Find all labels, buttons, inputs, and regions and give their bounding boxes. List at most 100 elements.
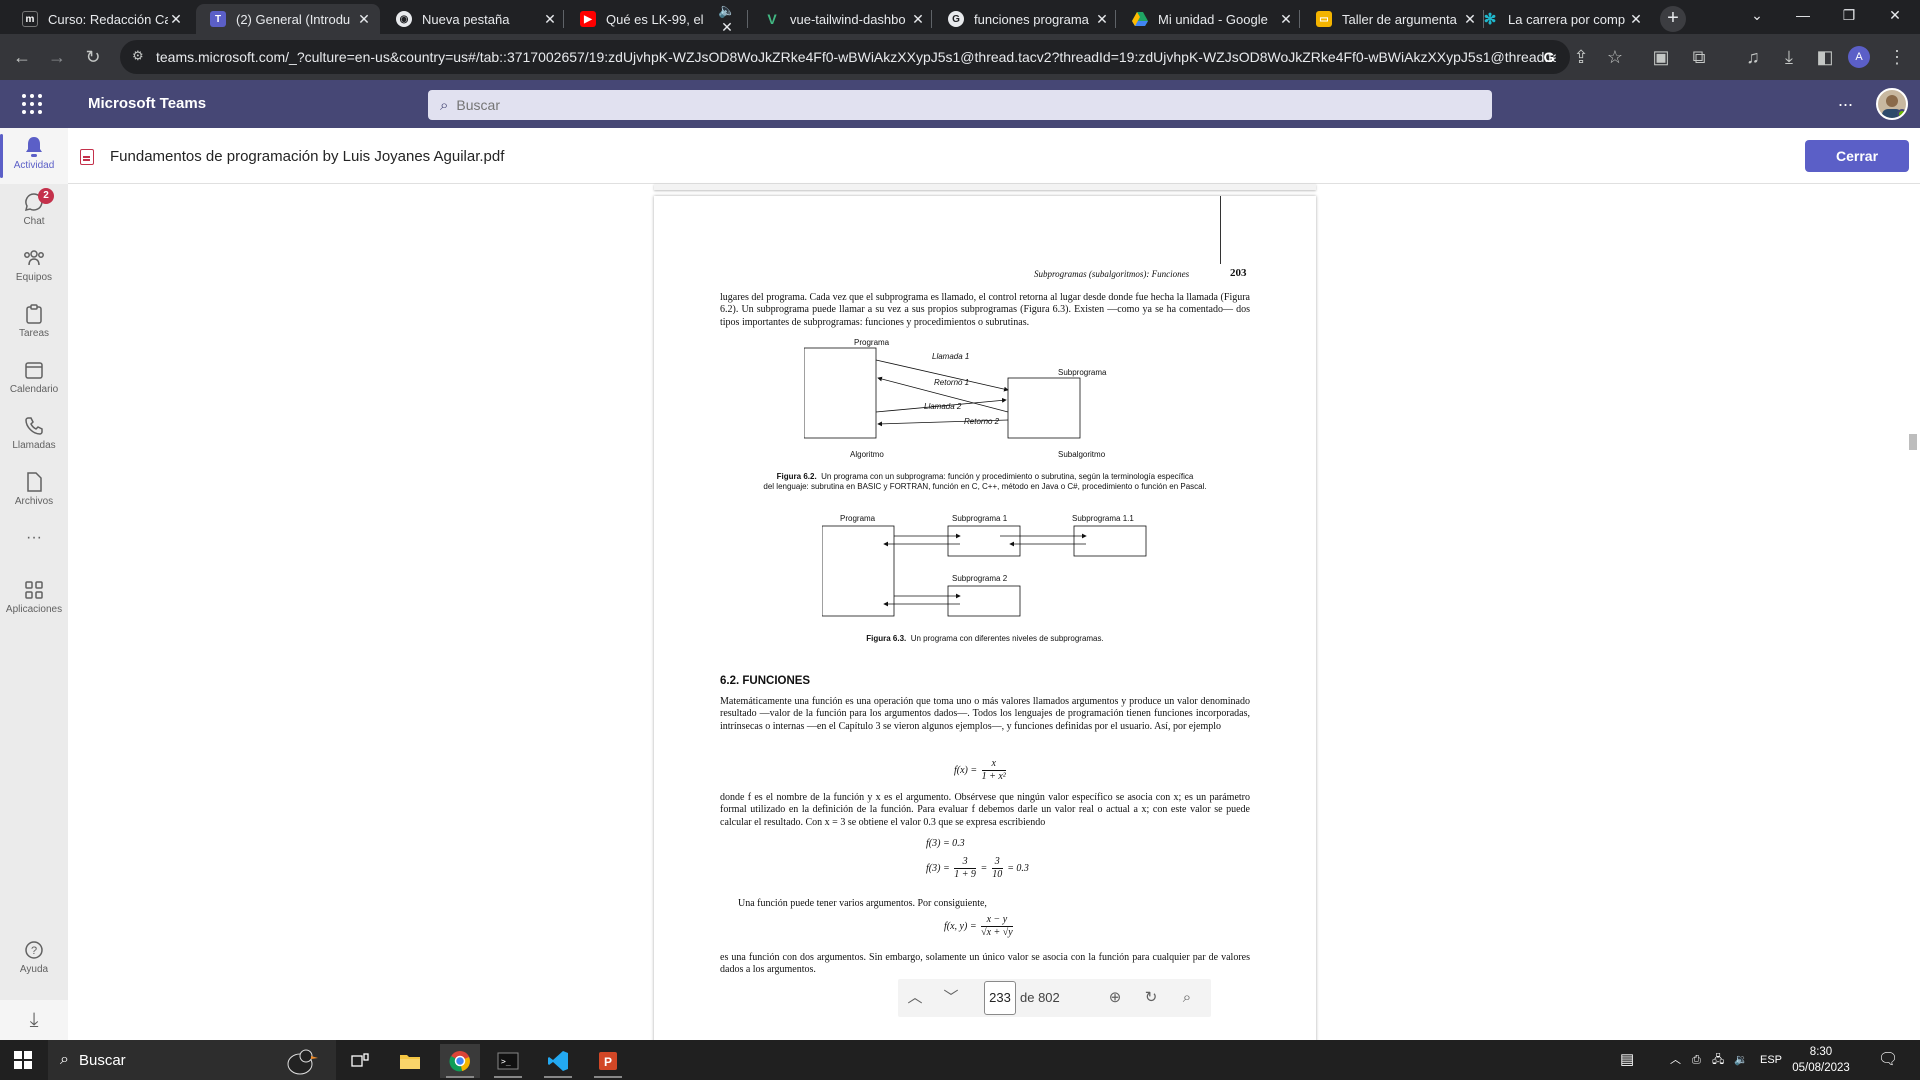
eq-denominator: 10: [992, 869, 1003, 880]
bookmark-star-icon[interactable]: ☆: [1602, 44, 1628, 70]
minimize-button[interactable]: —: [1780, 0, 1826, 32]
rail-item-teams[interactable]: Equipos: [0, 240, 68, 296]
extension-icon[interactable]: ▣: [1648, 44, 1674, 70]
browser-tab[interactable]: ✻ La carrera por comp ✕: [1468, 4, 1652, 34]
taskbar-clock[interactable]: 8:30 05/08/2023: [1786, 1044, 1856, 1076]
close-icon[interactable]: ✕: [168, 11, 184, 28]
pdf-page: Subprogramas (subalgoritmos): Funciones …: [654, 196, 1316, 1046]
search-document-icon[interactable]: ⌕: [1176, 987, 1198, 1009]
taskbar-search[interactable]: ⌕ Buscar: [48, 1040, 336, 1080]
network-icon[interactable]: 🖧: [1712, 1040, 1724, 1080]
browser-tab[interactable]: V vue-tailwind-dashbo ✕: [750, 4, 934, 34]
address-bar[interactable]: ⚙ teams.microsoft.com/_?culture=en-us&co…: [120, 40, 1570, 74]
profile-avatar[interactable]: A: [1848, 46, 1870, 68]
next-page-icon[interactable]: ﹀: [940, 987, 962, 1009]
eq-numerator: x − y: [981, 914, 1013, 927]
show-hidden-icons[interactable]: ︿: [1670, 1040, 1681, 1080]
task-view-icon[interactable]: [340, 1044, 380, 1078]
fig-label: Programa: [854, 338, 890, 347]
rail-item-activity[interactable]: Actividad: [0, 128, 68, 184]
moodle-icon: m: [22, 11, 38, 27]
download-mobile-app-icon[interactable]: ⤓: [0, 1000, 68, 1040]
rail-item-calendar[interactable]: Calendario: [0, 352, 68, 408]
volume-icon[interactable]: 🔉: [1734, 1040, 1748, 1080]
forward-icon[interactable]: →: [44, 44, 70, 70]
rail-more-apps[interactable]: ···: [0, 524, 68, 554]
close-icon[interactable]: ✕: [1094, 11, 1110, 28]
close-icon[interactable]: ✕: [1628, 11, 1644, 28]
share-icon[interactable]: ⇪: [1568, 44, 1594, 70]
language-indicator[interactable]: ESP: [1760, 1040, 1782, 1080]
browser-tab[interactable]: Mi unidad - Google ✕: [1118, 4, 1302, 34]
browser-tab[interactable]: G funciones programa ✕: [934, 4, 1118, 34]
browser-tab-active[interactable]: T (2) General (Introdu ✕: [196, 4, 380, 34]
rail-item-apps[interactable]: Aplicaciones: [0, 572, 68, 628]
rail-item-help[interactable]: ? Ayuda: [0, 932, 68, 988]
windows-start-icon[interactable]: [14, 1051, 32, 1069]
file-explorer-icon[interactable]: [390, 1044, 430, 1078]
reload-icon[interactable]: ↻: [80, 44, 106, 70]
app-launcher-icon[interactable]: [22, 94, 42, 114]
downloads-icon[interactable]: ⤓: [1776, 44, 1802, 70]
browser-tab[interactable]: ▶ Qué es LK-99, el 🔈 ✕: [566, 2, 750, 36]
scrollbar-thumb[interactable]: [1909, 434, 1917, 450]
document-header: Fundamentos de programación by Luis Joya…: [68, 128, 1920, 184]
rail-item-calls[interactable]: Llamadas: [0, 408, 68, 464]
rail-label: Llamadas: [12, 440, 56, 451]
notifications-icon[interactable]: 🗨: [1878, 1040, 1898, 1080]
pdf-viewer[interactable]: Subprogramas (subalgoritmos): Funciones …: [68, 184, 1920, 1046]
new-tab-button[interactable]: +: [1660, 6, 1686, 32]
rail-item-files[interactable]: Archivos: [0, 464, 68, 520]
site-info-icon[interactable]: ⚙: [132, 48, 144, 64]
browser-tab[interactable]: ◉ Nueva pestaña ✕: [382, 4, 566, 34]
chrome-icon: ◉: [396, 11, 412, 27]
restore-button[interactable]: ❐: [1826, 0, 1872, 32]
page-number-input[interactable]: 233: [984, 981, 1016, 1015]
browser-toolbar: ← → ↻ ⚙ teams.microsoft.com/_?culture=en…: [0, 34, 1920, 80]
eq-numerator: x: [981, 758, 1006, 771]
zoom-icon[interactable]: ⊕: [1104, 987, 1126, 1009]
news-widget-icon[interactable]: ▤: [1620, 1040, 1634, 1080]
rail-item-chat[interactable]: 2 Chat: [0, 184, 68, 240]
teams-group-icon: [0, 248, 68, 272]
close-icon[interactable]: ✕: [1278, 11, 1294, 28]
user-avatar[interactable]: [1876, 88, 1908, 120]
eq-text: =: [980, 862, 988, 874]
media-control-icon[interactable]: ♫: [1740, 44, 1766, 70]
eq-denominator: 1 + x²: [981, 771, 1006, 782]
perplexity-icon: ✻: [1483, 11, 1497, 28]
side-panel-icon[interactable]: ◧: [1812, 44, 1838, 70]
close-icon[interactable]: ✕: [356, 11, 372, 28]
search-box[interactable]: ⌕: [428, 90, 1492, 120]
tab-separator: [747, 10, 748, 28]
running-head: Subprogramas (subalgoritmos): Funciones: [1034, 269, 1190, 279]
close-icon[interactable]: ✕: [542, 11, 558, 28]
chrome-taskbar-icon[interactable]: [440, 1044, 480, 1078]
google-lens-icon[interactable]: G: [1536, 44, 1562, 70]
window-close-button[interactable]: ✕: [1872, 0, 1918, 32]
more-icon: ···: [26, 529, 42, 546]
meet-now-icon[interactable]: ⎙: [1692, 1040, 1701, 1080]
fig-label: Llamada 2: [924, 402, 962, 411]
viewer-scrollbar[interactable]: [1906, 184, 1920, 1040]
terminal-icon[interactable]: >_: [488, 1044, 528, 1078]
previous-page-icon[interactable]: ︿: [904, 987, 926, 1009]
tab-separator: [563, 10, 564, 28]
close-icon[interactable]: ✕: [910, 11, 926, 28]
vscode-icon[interactable]: [538, 1044, 578, 1078]
chrome-menu-icon[interactable]: ⋮: [1884, 44, 1910, 70]
rotate-icon[interactable]: ↻: [1140, 987, 1162, 1009]
more-options-icon[interactable]: ...: [1838, 90, 1853, 111]
extensions-puzzle-icon[interactable]: ⧉: [1686, 44, 1712, 70]
close-icon[interactable]: 🔈 ✕: [712, 2, 742, 36]
rail-item-assignments[interactable]: Tareas: [0, 296, 68, 352]
windows-taskbar: ⌕ Buscar >_ P ▤ ︿ ⎙ 🖧 🔉 ESP 8:30 05/08/2…: [0, 1040, 1920, 1080]
search-input[interactable]: [456, 97, 1257, 113]
powerpoint-icon[interactable]: P: [588, 1044, 628, 1078]
back-icon[interactable]: ←: [9, 44, 35, 70]
close-document-button[interactable]: Cerrar: [1805, 140, 1909, 172]
tab-search-icon[interactable]: ⌄: [1734, 0, 1780, 32]
app-rail: Actividad 2 Chat Equipos Tareas Calendar…: [0, 128, 68, 1040]
browser-tab[interactable]: ▭ Taller de argumenta ✕: [1302, 4, 1486, 34]
browser-tab[interactable]: m Curso: Redacción Ca ✕: [8, 4, 192, 34]
